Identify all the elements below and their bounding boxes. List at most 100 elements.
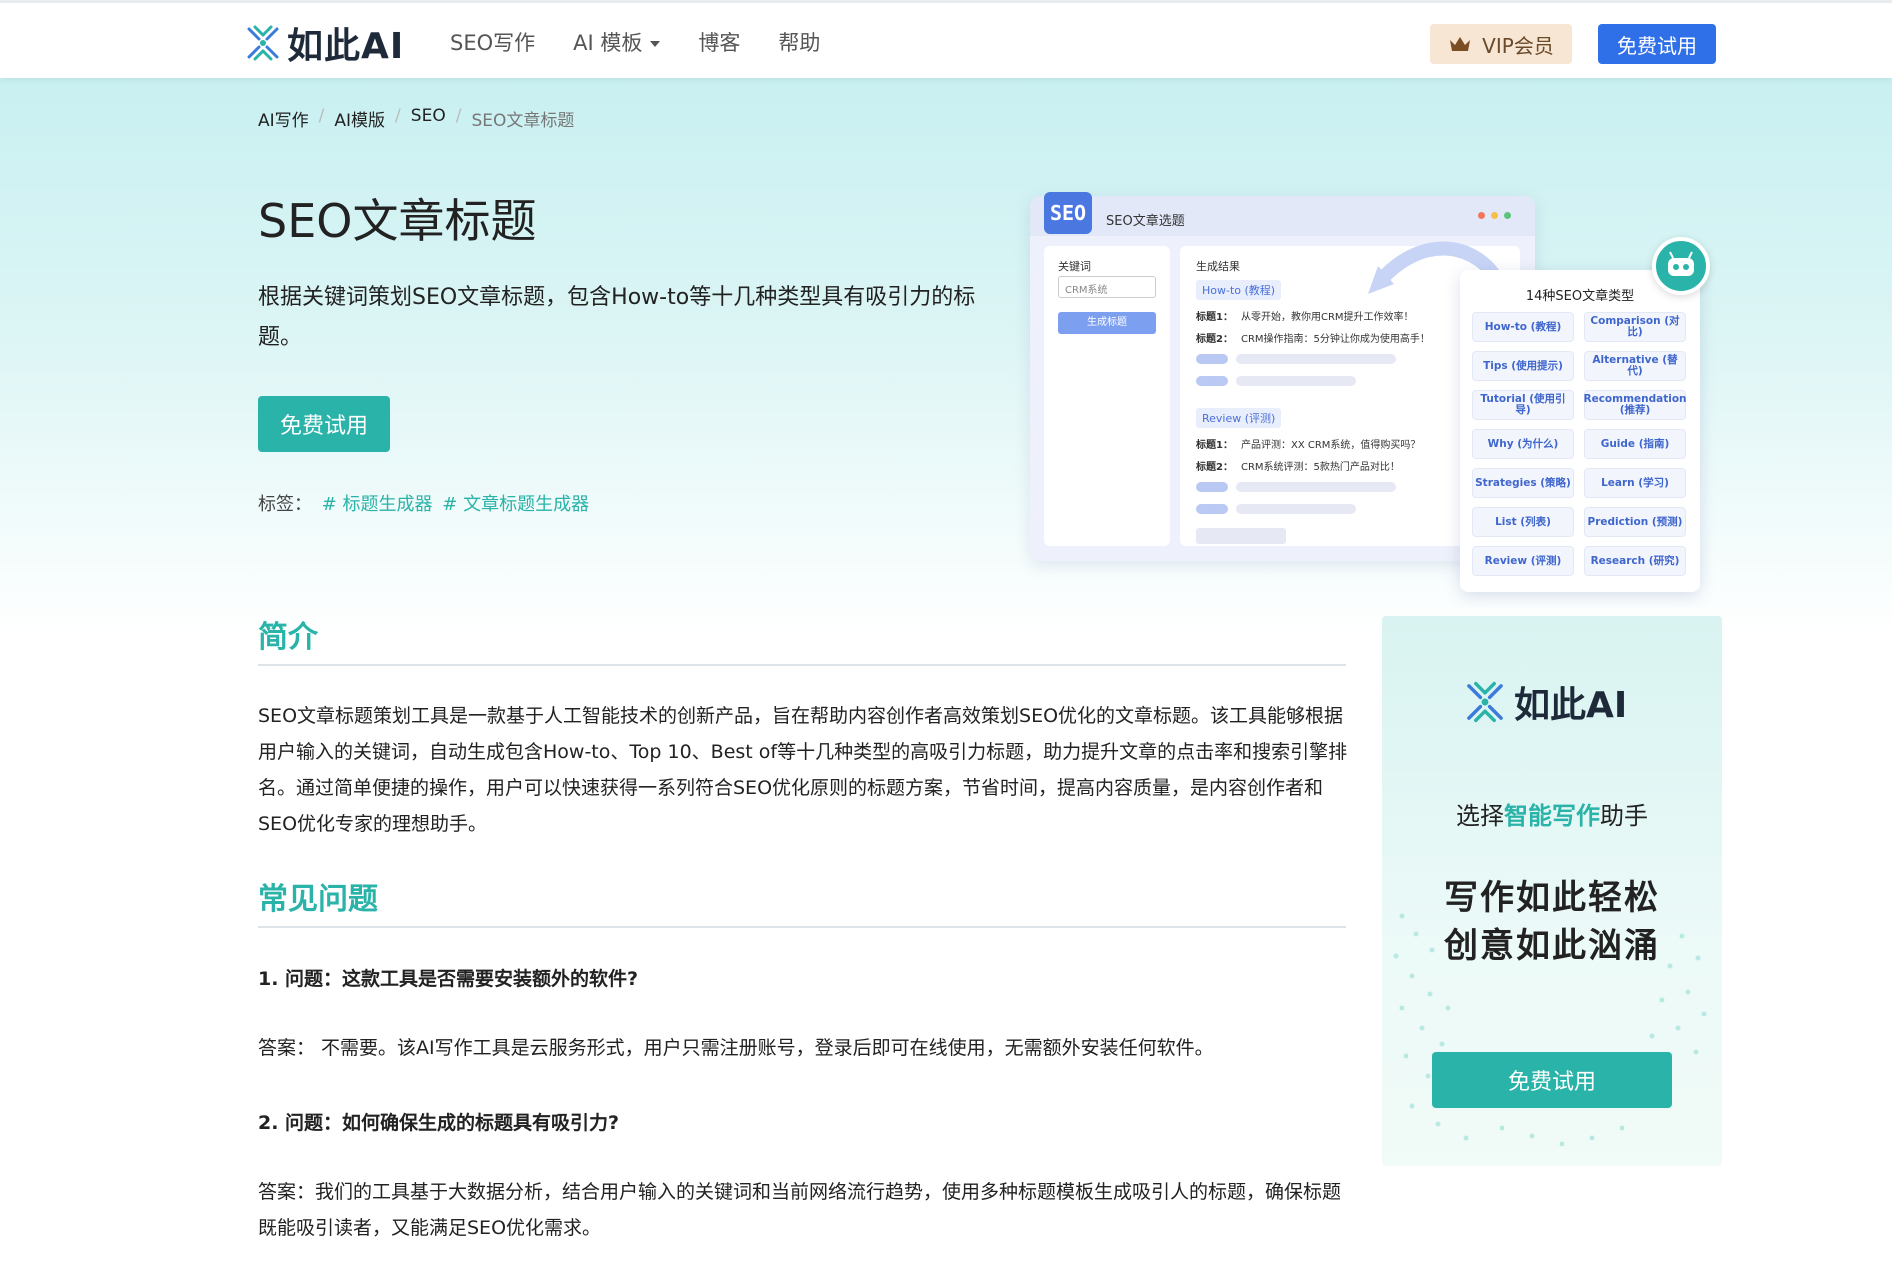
type-chip: List (列表) [1472,507,1574,537]
robot-icon [1652,237,1710,295]
site-logo[interactable]: 如此AI [243,22,404,67]
sidebar-ad: 如此AI 选择智能写作助手 写作如此轻松 创意如此汹涌 免费试用 [1382,616,1722,1166]
mockup-chip-howto: How-to (教程) [1196,280,1282,300]
placeholder-bar [1196,354,1228,364]
page-description: 根据关键词策划SEO文章标题，包含How-to等十几种类型具有吸引力的标题。 [258,285,976,350]
mockup-input-panel: 关键词 CRM系统 生成标题 [1044,246,1170,546]
type-chip: Recommendation (推荐) [1583,390,1687,420]
logo-text: 如此AI [287,26,405,67]
type-chip: Review (评测) [1472,546,1574,576]
ad-logo-text: 如此AI [1514,685,1628,726]
mockup-results-label: 生成结果 [1196,260,1240,273]
mockup-chip-review: Review (评测) [1196,408,1282,428]
intro-text: SEO文章标题策划工具是一款基于人工智能技术的创新产品，旨在帮助内容创作者高效策… [258,705,1348,835]
mockup-keyword-input: CRM系统 [1058,276,1156,298]
breadcrumb-item-seo[interactable]: SEO [411,106,446,131]
mockup-line-value: CRM操作指南：5分钟让你成为使用高手！ [1240,334,1430,345]
mockup-line-key: 标题2： [1196,462,1233,473]
type-chip: Guide (指南) [1584,429,1686,459]
type-chip: Tutorial (使用引导) [1472,390,1574,420]
faq-question-2: 2. 问题：如何确保生成的标题具有吸引力? [258,1112,620,1134]
vip-button[interactable]: VIP会员 [1430,24,1572,64]
nav-link-blog[interactable]: 博客 [698,27,740,57]
type-chip: Prediction (预测) [1584,507,1686,537]
article-types-card: 14种SEO文章类型 How-to (教程) Comparison (对比) T… [1460,270,1700,592]
mockup-window-title: SEO文章选题 [1106,214,1185,229]
crown-icon [1450,37,1471,51]
free-trial-button-top[interactable]: 免费试用 [1598,24,1716,64]
placeholder-bar [1236,482,1396,492]
mockup-line-key: 标题2： [1196,334,1233,345]
top-navbar: 如此AI SEO写作 AI 模板 博客 帮助 VIP会员 免费试用 [0,0,1892,78]
faq-question-1: 1. 问题：这款工具是否需要安装额外的软件? [258,968,639,990]
mockup-line-key: 标题1： [1196,440,1233,451]
tag-article-title-generator[interactable]: # 文章标题生成器 [442,494,589,515]
mockup-result-line: 标题1： 从零开始，教你用CRM提升工作效率！ [1196,308,1414,323]
logo-mark-icon [247,25,279,61]
logo-mark-icon [1467,681,1503,723]
tags-label: 标签： [258,494,312,515]
nav-link-ai-templates-label: AI 模板 [573,31,643,55]
breadcrumb: AI写作 / AI模版 / SEO / SEO文章标题 [258,106,574,131]
mockup-result-line: 标题2： CRM系统评测：5款热门产品对比！ [1196,458,1400,473]
mockup-line-value: 从零开始，教你用CRM提升工作效率！ [1240,312,1414,323]
ad-slogan-line-2: 创意如此汹涌 [1444,926,1660,966]
breadcrumb-separator: / [318,106,325,126]
breadcrumb-separator: / [395,106,401,126]
ad-slogan-line-1: 写作如此轻松 [1444,878,1660,918]
tags-row: 标签： # 标题生成器 # 文章标题生成器 [258,490,589,516]
seo-badge: SEO [1044,192,1092,234]
ad-free-trial-button[interactable]: 免费试用 [1432,1052,1672,1108]
nav-link-ai-templates[interactable]: AI 模板 [573,27,661,57]
ad-tagline-suffix: 助手 [1600,802,1648,830]
placeholder-bar [1236,504,1356,514]
chevron-down-icon [650,41,661,47]
ad-tagline-highlight: 智能写作 [1504,802,1600,830]
page-title: SEO文章标题 [258,194,537,248]
type-chip: How-to (教程) [1472,312,1574,342]
dot-icon [1504,212,1511,219]
faq-answer-2: 答案：我们的工具基于大数据分析，结合用户输入的关键词和当前网络流行趋势，使用多种… [258,1181,1342,1239]
faq-heading: 常见问题 [258,882,378,917]
type-chip: Why (为什么) [1472,429,1574,459]
mockup-result-line: 标题1： 产品评测：XX CRM系统，值得购买吗？ [1196,436,1420,451]
breadcrumb-separator: / [455,106,462,126]
placeholder-bar [1196,376,1228,386]
dot-icon [1491,212,1498,219]
intro-heading: 简介 [258,620,318,655]
placeholder-bar [1236,376,1356,386]
dot-icon [1478,212,1485,219]
type-chip: Strategies (策略) [1472,468,1574,498]
breadcrumb-item-ai-templates[interactable]: AI模版 [334,106,385,131]
breadcrumb-item-current: SEO文章标题 [471,111,575,131]
mockup-generate-button: 生成标题 [1058,312,1156,334]
ad-logo: 如此AI [1462,676,1627,728]
placeholder-bar [1196,528,1286,544]
tag-title-generator[interactable]: # 标题生成器 [322,494,433,515]
type-chip: Comparison (对比) [1584,312,1686,342]
free-trial-button-hero[interactable]: 免费试用 [258,396,390,452]
nav-link-help[interactable]: 帮助 [778,27,820,57]
ad-tagline-prefix: 选择 [1456,802,1504,830]
type-chip: Learn (学习) [1584,468,1686,498]
type-chip: Alternative (替代) [1584,351,1686,381]
mockup-line-key: 标题1： [1196,312,1233,323]
mockup-line-value: 产品评测：XX CRM系统，值得购买吗？ [1240,440,1421,451]
placeholder-bar [1236,354,1396,364]
section-divider [258,926,1346,928]
ad-tagline: 选择智能写作助手 [1382,796,1722,831]
mockup-result-line: 标题2： CRM操作指南：5分钟让你成为使用高手！ [1196,330,1430,345]
mockup-keyword-label: 关键词 [1058,260,1091,273]
type-chip: Research (研究) [1584,546,1686,576]
nav-link-seo-writing[interactable]: SEO写作 [450,27,535,57]
window-dots [1478,212,1511,219]
section-divider [258,664,1346,666]
vip-button-label: VIP会员 [1482,33,1554,58]
placeholder-bar [1196,482,1228,492]
mockup-line-value: CRM系统评测：5款热门产品对比！ [1240,462,1400,473]
faq-answer-1: 答案： 不需要。该AI写作工具是云服务形式，用户只需注册账号，登录后即可在线使用… [258,1037,1214,1059]
breadcrumb-item-ai-writing[interactable]: AI写作 [258,106,309,131]
type-chip: Tips (使用提示) [1472,351,1574,381]
nav-links: SEO写作 AI 模板 博客 帮助 [450,3,820,81]
placeholder-bar [1196,504,1228,514]
